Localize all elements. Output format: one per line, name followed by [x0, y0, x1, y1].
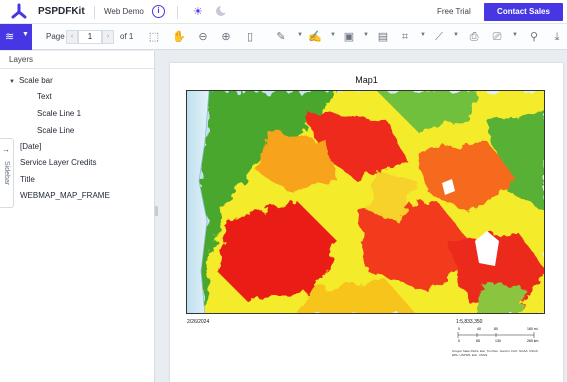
page-label: Page [46, 32, 65, 41]
divider [0, 68, 154, 69]
next-page-button[interactable]: › [102, 30, 114, 44]
web-demo-label: Web Demo [104, 7, 144, 16]
note-icon[interactable]: ▤ [376, 29, 390, 45]
chevron-down-icon[interactable]: ▼ [512, 32, 518, 38]
layer-label: Service Layer Credits [20, 158, 97, 167]
arrow-right-icon: → [2, 145, 10, 154]
app-header: PSPDFKit Web Demo i ☀ Free Trial Contact… [0, 0, 567, 24]
chevron-down-icon[interactable]: ▼ [420, 32, 426, 38]
dark-mode-icon[interactable] [216, 5, 228, 16]
pspdfkit-logo-icon [11, 3, 27, 19]
caret-down-icon[interactable]: ▼ [9, 79, 15, 85]
scale-tick-label: 80 [494, 327, 498, 331]
pan-icon[interactable]: ✋ [172, 29, 186, 45]
map-scale-text: 1:5,833,350 [456, 319, 483, 325]
signature-icon[interactable]: ✍ [308, 29, 322, 45]
layer-item-text[interactable]: Text [37, 92, 52, 101]
layer-label: Scale Line 1 [37, 109, 82, 118]
chevron-down-icon: ▼ [22, 31, 29, 38]
page-number-input[interactable]: 1 [78, 30, 102, 44]
contact-sales-button[interactable]: Contact Sales [484, 3, 563, 21]
pen-icon[interactable]: ✎ [275, 29, 287, 45]
scale-tick-label: 65 [476, 339, 480, 343]
light-mode-icon[interactable]: ☀ [193, 5, 203, 19]
line-icon[interactable]: ⟋ [432, 29, 446, 45]
download-icon[interactable]: ⤓ [550, 29, 564, 45]
layer-label: Scale bar [18, 76, 53, 85]
info-icon[interactable]: i [152, 5, 165, 18]
stamp-icon[interactable]: ⎚ [490, 29, 504, 45]
map-title: Map1 [355, 75, 378, 85]
sidebar-title: Layers [9, 55, 34, 64]
sidebar-toggle-tab[interactable]: → Sidebar [0, 138, 14, 208]
scale-tick-label: 160 mi [527, 327, 538, 331]
layer-item-date[interactable]: [Date] [20, 142, 41, 151]
layer-label: Scale Line [37, 126, 75, 135]
page-count-label: of 1 [120, 32, 134, 41]
service-layer-credits: Oregon State Parks, Esri, TomTom, Garmin… [452, 349, 539, 357]
crop-icon[interactable]: ⌗ [398, 29, 412, 45]
main-toolbar: ≋ ▼ Page ‹ 1 › of 1 ⬚ ✋ ⊖ ⊕ ▯ ✎ ▼ ✍ ▼ ▣ … [0, 24, 567, 50]
map-image [186, 90, 545, 314]
print-icon[interactable]: ⎙ [467, 29, 481, 45]
map-date: 2/26/2024 [187, 319, 210, 325]
layer-item-webmap-map-frame[interactable]: WEBMAP_MAP_FRAME [20, 191, 110, 200]
free-trial-link[interactable]: Free Trial [437, 7, 471, 16]
zoom-out-icon[interactable]: ⊖ [196, 29, 210, 45]
layer-label: WEBMAP_MAP_FRAME [20, 191, 110, 200]
layers-icon: ≋ [5, 31, 15, 43]
chevron-down-icon[interactable]: ▼ [453, 32, 459, 38]
layers-button[interactable]: ≋ ▼ [0, 24, 32, 50]
layer-item-scale-line[interactable]: Scale Line [37, 126, 74, 135]
scale-tick-label: 0 [458, 327, 460, 331]
layer-label: [Date] [20, 142, 42, 151]
chevron-down-icon[interactable]: ▼ [330, 32, 336, 38]
scale-tick-label: 260 km [527, 339, 539, 343]
layer-item-service-layer-credits[interactable]: Service Layer Credits [20, 158, 96, 167]
layer-item-scale-line-1[interactable]: Scale Line 1 [37, 109, 81, 118]
header-divider [177, 6, 178, 19]
layer-label: Title [20, 175, 35, 184]
scale-tick-label: 0 [458, 339, 460, 343]
layers-sidebar: Layers ▼ Scale bar Text Scale Line 1 Scal… [0, 51, 155, 382]
brand-name: PSPDFKit [38, 6, 85, 17]
image-icon[interactable]: ▣ [342, 29, 356, 45]
zoom-in-icon[interactable]: ⊕ [219, 29, 233, 45]
layer-item-scale-bar[interactable]: ▼ Scale bar [9, 76, 53, 85]
fit-page-icon[interactable]: ▯ [243, 29, 257, 45]
scale-bar: 0 40 80 160 mi 0 65 130 260 km [457, 327, 539, 343]
header-divider [94, 6, 95, 19]
scale-tick-label: 40 [477, 327, 481, 331]
layer-item-title[interactable]: Title [20, 175, 35, 184]
scale-tick-label: 130 [495, 339, 501, 343]
previous-page-button[interactable]: ‹ [66, 30, 78, 44]
search-icon[interactable]: ⚲ [527, 29, 541, 45]
sidebar-resize-handle[interactable] [155, 206, 158, 216]
layer-label: Text [37, 92, 52, 101]
pdf-page[interactable]: Map1 2/26/2024 1:5,833,350 0 40 80 160 m… [170, 63, 563, 382]
chevron-down-icon[interactable]: ▼ [363, 32, 369, 38]
chevron-down-icon[interactable]: ▼ [297, 32, 303, 38]
heat-map-graphic [187, 91, 544, 313]
select-tool-icon[interactable]: ⬚ [148, 29, 160, 45]
sidebar-tab-label: Sidebar [3, 161, 10, 186]
